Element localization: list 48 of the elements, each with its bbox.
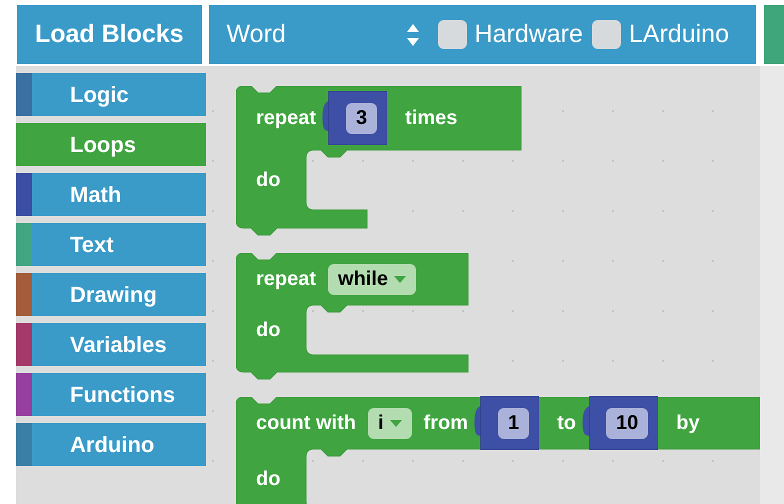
category-label: Drawing [69,281,157,309]
block-label: do [256,168,280,193]
category-color-stripe [16,423,32,466]
category-color-stripe [16,223,32,266]
block-label: do [256,467,280,492]
load-blocks-button[interactable]: Load Blocks [17,5,202,64]
caret-icon [390,420,402,426]
block-label: by [676,411,700,436]
block-label: to [557,411,576,436]
category-label: Loops [69,131,136,159]
block-label: count with [256,411,356,436]
category-item[interactable]: Text [16,223,206,266]
checkbox[interactable] [592,20,621,49]
category-label: Logic [69,81,129,109]
block-dropdown[interactable]: i [368,408,412,438]
category-color-stripe [16,323,32,366]
number-field[interactable]: 1 [498,408,530,438]
category-color-stripe [16,173,32,216]
category-color-stripe [16,273,32,316]
category-item[interactable]: Math [16,173,206,216]
category-item[interactable]: Functions [16,373,206,416]
block-label: from [424,411,468,436]
category-label: Math [69,181,122,209]
category-item[interactable]: Loops [16,123,206,166]
block-label: repeat [256,106,316,131]
panel-edge [764,5,784,64]
checkbox-label: Hardware [474,18,583,50]
checkbox-label: LArduino [628,18,729,50]
number-field[interactable]: 10 [606,408,648,438]
block-label: repeat [256,267,316,292]
block-label: do [256,318,280,343]
category-label: Arduino [69,431,154,459]
language-select[interactable]: Word [208,16,429,54]
category-color-stripe [16,373,32,416]
block-dropdown[interactable]: while [328,264,416,294]
category-color-stripe [16,73,32,116]
category-item[interactable]: Variables [16,323,206,366]
block-label: times [405,106,458,131]
category-item[interactable]: Arduino [16,423,206,466]
caret-icon [394,276,406,282]
category-label: Variables [69,331,167,359]
category-item[interactable]: Logic [16,73,206,116]
category-label: Functions [69,381,176,409]
number-field[interactable]: 3 [346,102,378,134]
category-item[interactable]: Drawing [16,273,206,316]
updown-arrows-icon [406,24,419,46]
category-label: Text [69,231,114,259]
checkbox[interactable] [438,20,467,49]
